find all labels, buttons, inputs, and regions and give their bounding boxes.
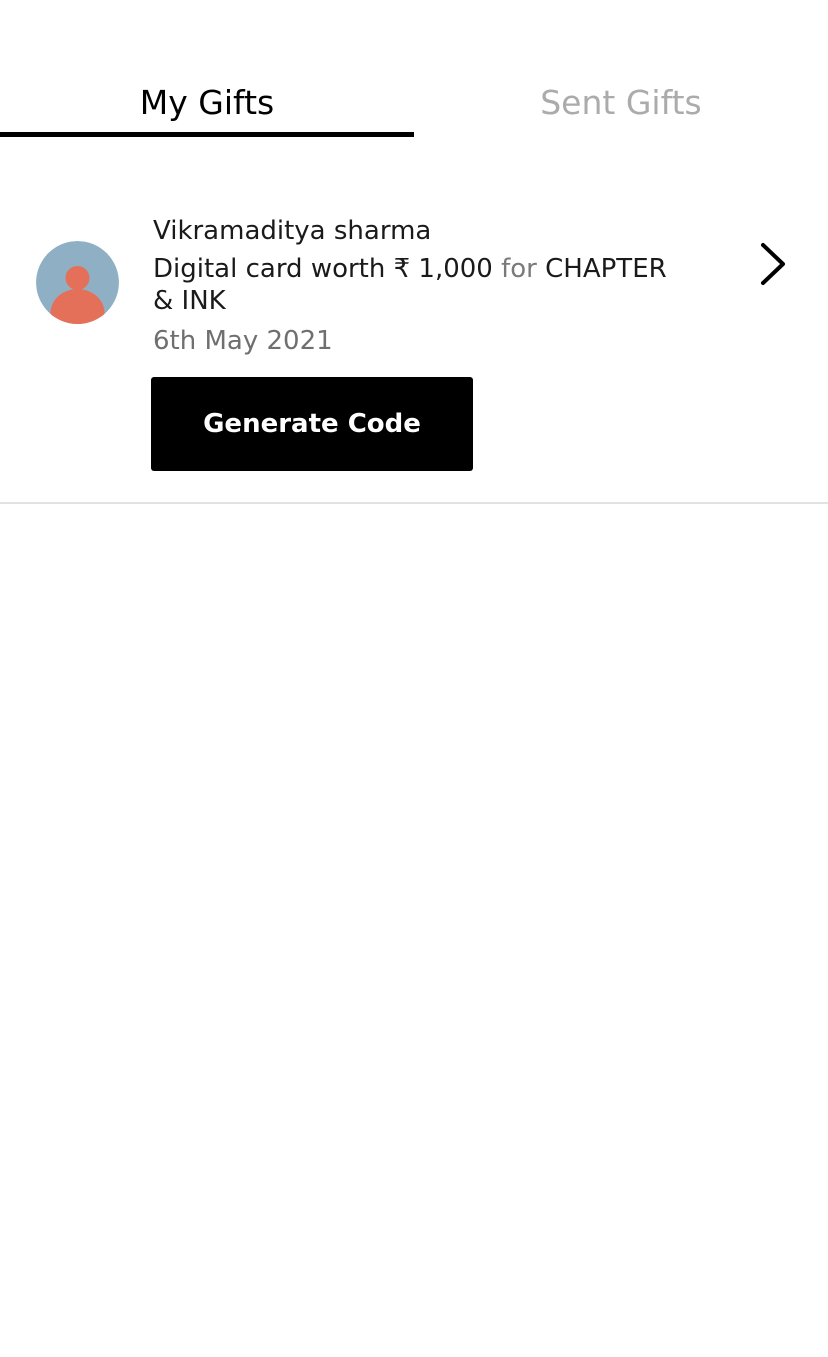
user-avatar-icon <box>36 241 119 324</box>
gift-date: 6th May 2021 <box>153 326 333 356</box>
gift-for-word: for <box>501 254 537 284</box>
tab-my-gifts[interactable]: My Gifts <box>0 80 414 137</box>
gift-description: Digital card worth ₹ 1,000 for CHAPTER &… <box>153 253 693 317</box>
gift-tabs: My Gifts Sent Gifts <box>0 0 828 137</box>
gift-value: Digital card worth ₹ 1,000 <box>153 254 493 284</box>
sender-name: Vikramaditya sharma <box>153 216 432 246</box>
tab-sent-gifts[interactable]: Sent Gifts <box>414 80 828 137</box>
list-divider <box>0 502 828 504</box>
chevron-right-icon[interactable] <box>757 241 789 287</box>
gift-details: Vikramaditya sharma Digital card worth ₹… <box>153 213 713 357</box>
gift-list-item[interactable]: Vikramaditya sharma Digital card worth ₹… <box>0 137 828 504</box>
generate-code-button[interactable]: Generate Code <box>151 377 473 471</box>
